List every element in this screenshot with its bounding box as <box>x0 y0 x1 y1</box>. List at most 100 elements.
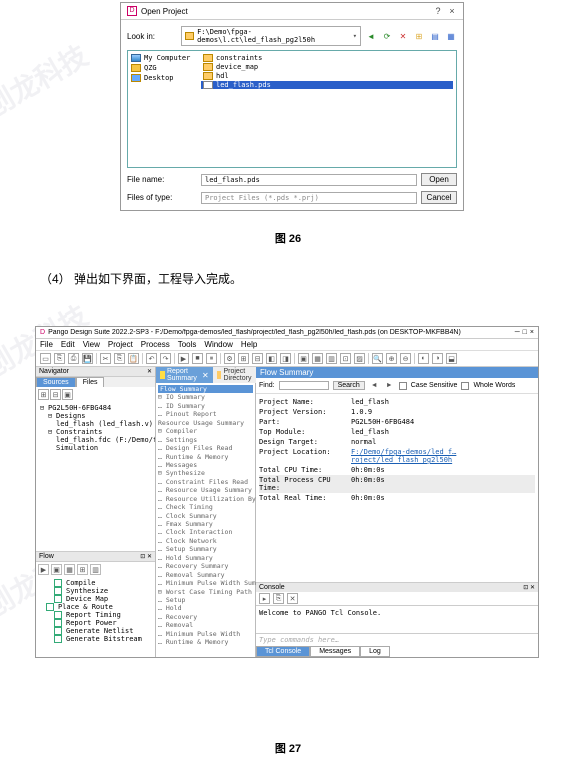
toolbar-icon[interactable]: ⊖ <box>400 353 411 364</box>
flow-tb-icon[interactable]: ▥ <box>90 564 101 575</box>
toolbar-icon[interactable]: ◧ <box>266 353 277 364</box>
tree-row[interactable]: … Clock Interaction <box>158 528 253 536</box>
tree-row[interactable]: ⊟ Compiler <box>158 427 253 435</box>
tree-row[interactable]: … Setup Summary <box>158 545 253 553</box>
tree-row[interactable]: … Removal Summary <box>158 571 253 579</box>
tab-sources[interactable]: Sources <box>36 377 76 387</box>
toolbar-icon[interactable]: 📋 <box>128 353 139 364</box>
toolbar-icon[interactable]: 🔍 <box>372 353 383 364</box>
toolbar-icon[interactable]: ■ <box>192 353 203 364</box>
up-icon[interactable]: ✕ <box>397 30 409 42</box>
minimize-button[interactable]: ─ <box>515 329 520 336</box>
dock-close-icon[interactable]: ✕ <box>147 368 152 375</box>
tree-row[interactable]: … Removal <box>158 621 253 629</box>
toolbar-icon[interactable]: ⚙ <box>224 353 235 364</box>
tree-row[interactable]: ⊟PG2L50H-6FBG484 <box>38 404 153 412</box>
flow-item[interactable]: Synthesize <box>38 587 153 595</box>
list-view-icon[interactable]: ▤ <box>429 30 441 42</box>
toolbar-icon[interactable]: ⊟ <box>252 353 263 364</box>
tree-row[interactable]: … Messages <box>158 461 253 469</box>
toolbar-icon[interactable]: ⎘ <box>54 353 65 364</box>
flow-tb-icon[interactable]: ▣ <box>51 564 62 575</box>
toolbar-icon[interactable]: ◨ <box>280 353 291 364</box>
prev-icon[interactable]: ◄ <box>369 380 380 391</box>
maximize-button[interactable]: □ <box>523 329 527 336</box>
tree-row[interactable]: … Constraint Files Read <box>158 478 253 486</box>
menu-view[interactable]: View <box>83 340 100 349</box>
toolbar-icon[interactable]: ▥ <box>326 353 337 364</box>
toolbar-icon[interactable]: ▦ <box>312 353 323 364</box>
next-icon[interactable]: ► <box>384 380 395 391</box>
detail-view-icon[interactable]: ▦ <box>445 30 457 42</box>
tree-row[interactable]: … Resource Utilization By Ent… <box>158 495 253 503</box>
tree-row[interactable]: … Clock Summary <box>158 512 253 520</box>
tree-row[interactable]: … Recovery <box>158 613 253 621</box>
tab-log[interactable]: Log <box>360 646 390 657</box>
flow-item[interactable]: Generate Netlist <box>38 627 153 635</box>
toolbar-icon[interactable]: ▨ <box>354 353 365 364</box>
tree-row-selected[interactable]: Flow Summary <box>158 385 253 393</box>
tree-row[interactable]: … Design Files Read <box>158 444 253 452</box>
menu-help[interactable]: Help <box>241 340 257 349</box>
flow-tree[interactable]: CompileSynthesizeDevice MapPlace & Route… <box>36 577 155 657</box>
menu-project[interactable]: Project <box>108 340 133 349</box>
flow-item[interactable]: Generate Bitstream <box>38 635 153 643</box>
tree-row[interactable]: led_flash.fdc (F:/Demo/fpg… <box>38 436 153 444</box>
report-tree[interactable]: Flow Summary ⊟ IO Summary … ID Summary …… <box>156 383 255 649</box>
toolbar-icon[interactable]: ⏸ <box>206 353 217 364</box>
tree-row[interactable]: Simulation <box>38 444 153 452</box>
search-button[interactable]: Search <box>333 381 365 390</box>
close-button[interactable]: × <box>447 6 457 16</box>
tab-files[interactable]: Files <box>76 377 105 387</box>
toolbar-icon[interactable]: 💾 <box>82 353 93 364</box>
open-button[interactable]: Open <box>421 173 457 186</box>
tree-row[interactable]: … Settings <box>158 436 253 444</box>
toolbar-icon[interactable]: ⊡ <box>340 353 351 364</box>
tree-row[interactable]: … Pinout Report <box>158 410 253 418</box>
tab-report-summary[interactable]: Report Summary✕ <box>156 367 213 383</box>
refresh-icon[interactable]: ⟳ <box>381 30 393 42</box>
menu-tools[interactable]: Tools <box>178 340 197 349</box>
sidebar-item-user[interactable]: QZG <box>131 64 195 72</box>
nav-tb-icon[interactable]: ▣ <box>62 389 73 400</box>
tree-row[interactable]: … Hold Summary <box>158 554 253 562</box>
file-type-input[interactable] <box>201 192 417 204</box>
menu-edit[interactable]: Edit <box>61 340 75 349</box>
toolbar-icon[interactable]: ⊕ <box>386 353 397 364</box>
toolbar-icon[interactable]: ▶ <box>178 353 189 364</box>
cancel-button[interactable]: Cancel <box>421 191 457 204</box>
tree-row[interactable]: … Setup <box>158 596 253 604</box>
toolbar-icon[interactable]: ⎙ <box>68 353 79 364</box>
find-input[interactable] <box>279 381 329 390</box>
tab-tcl-console[interactable]: Tcl Console <box>256 646 310 657</box>
tree-row[interactable]: … Resource Usage Summary <box>158 486 253 494</box>
toolbar-icon[interactable]: ◑ <box>432 353 443 364</box>
tree-row[interactable]: … Fmax Summary <box>158 520 253 528</box>
toolbar-icon[interactable]: ▣ <box>298 353 309 364</box>
tree-row[interactable]: … Clock Network <box>158 537 253 545</box>
tree-row[interactable]: ⊟Designs <box>38 412 153 420</box>
whole-words-checkbox[interactable] <box>461 382 469 390</box>
list-item-selected[interactable]: led_flash.pds <box>201 81 453 89</box>
toolbar-icon[interactable]: ✂ <box>100 353 111 364</box>
list-item[interactable]: hdl <box>201 72 453 80</box>
tree-row[interactable]: ⊟ Worst Case Timing Path <box>158 588 253 596</box>
tree-row[interactable]: … Recovery Summary <box>158 562 253 570</box>
help-button[interactable]: ? <box>433 6 443 16</box>
toolbar-icon[interactable]: ↷ <box>160 353 171 364</box>
tree-row[interactable]: ⊟Constraints <box>38 428 153 436</box>
case-checkbox[interactable] <box>399 382 407 390</box>
toolbar-icon[interactable]: ▭ <box>40 353 51 364</box>
menu-window[interactable]: Window <box>204 340 232 349</box>
new-folder-icon[interactable]: ⊞ <box>413 30 425 42</box>
close-icon[interactable]: ✕ <box>202 371 209 380</box>
tab-project-directory[interactable]: Project Directory <box>213 367 259 383</box>
toolbar-icon[interactable]: ⎘ <box>114 353 125 364</box>
file-name-input[interactable] <box>201 174 417 186</box>
tree-row[interactable]: … Runtime & Memory <box>158 453 253 461</box>
close-icon[interactable]: ✕ <box>530 585 535 591</box>
file-list[interactable]: constraints device_map hdl led_flash.pds <box>198 51 456 167</box>
flow-tb-icon[interactable]: ⊞ <box>77 564 88 575</box>
tree-row[interactable]: … Minimum Pulse Width Summary <box>158 579 253 587</box>
flow-tb-icon[interactable]: ▦ <box>64 564 75 575</box>
